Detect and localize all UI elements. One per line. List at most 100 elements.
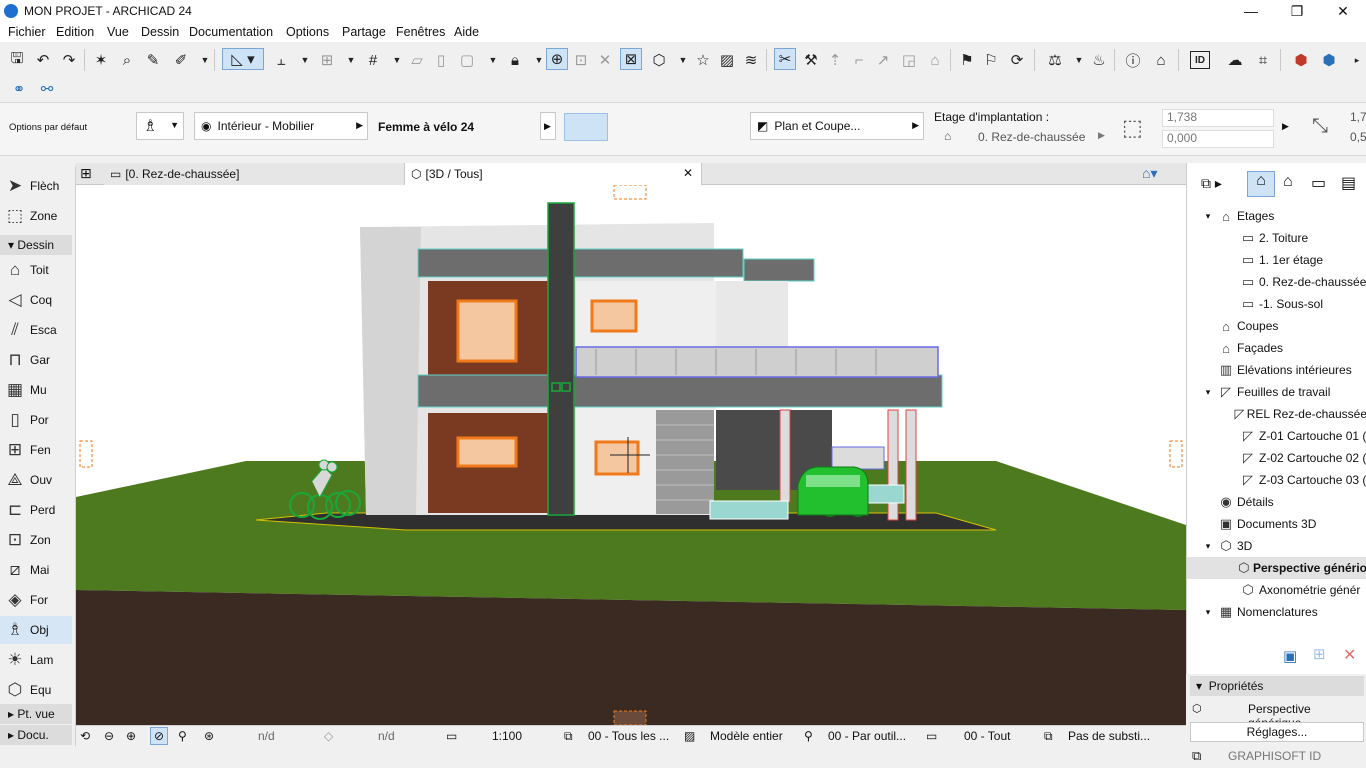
renovation-icon[interactable]: ⚖ — [1044, 49, 1066, 71]
dimension-arrow[interactable]: ▶ — [1282, 121, 1289, 132]
beam-tool[interactable]: ⊏ Perd — [0, 496, 72, 524]
trace-ref-icon[interactable]: ▯ — [430, 49, 452, 71]
properties-header[interactable]: ▾ Propriétés — [1190, 676, 1364, 696]
view-3d-icon[interactable]: ⬡ — [648, 49, 670, 71]
snap-dropdown-icon[interactable]: ▼ — [340, 49, 362, 71]
lock-icon[interactable]: 🔒︎ — [504, 49, 526, 71]
docu-group-header[interactable]: ▸ Docu. — [0, 725, 72, 745]
adjust-icon[interactable]: ⚒ — [800, 49, 822, 71]
edit-selection-icon[interactable]: ⊠ — [620, 48, 642, 70]
hotspot-icon[interactable]: ✕ — [594, 49, 616, 71]
viewpoint-group-header[interactable]: ▸ Pt. vue — [0, 704, 72, 724]
tree-item[interactable]: ▭ 0. Rez-de-chaussée — [1187, 271, 1366, 293]
tree-item[interactable]: ◸ Z-01 Cartouche 01 ( — [1187, 425, 1366, 447]
model-view-value[interactable]: Modèle entier — [710, 729, 783, 743]
suspend-groups-icon[interactable]: ⊕ — [546, 48, 568, 70]
clone-view-icon[interactable]: ⊞ — [1313, 645, 1326, 663]
layer-combo-value[interactable]: 00 - Tous les ... — [588, 729, 669, 743]
snap-icon[interactable]: ⊞ — [316, 49, 338, 71]
close-tab-button[interactable]: ✕ — [683, 166, 693, 180]
model-view-icon[interactable]: ▨ — [684, 729, 695, 743]
right-value-2[interactable]: 0,5 — [1350, 130, 1366, 144]
link-icon[interactable]: ⚭ — [8, 78, 30, 100]
right-value-1[interactable]: 1,7 — [1350, 110, 1366, 124]
save-icon[interactable]: 🖫 — [6, 49, 28, 71]
guide-lines-icon[interactable]: ⫠ — [270, 49, 292, 71]
sync-icon[interactable]: ⟳ — [1006, 49, 1028, 71]
layer-combo-icon[interactable]: ⧉ — [564, 729, 573, 744]
eyedropper-icon[interactable]: ✎ — [142, 49, 164, 71]
tree-toggle-icon[interactable]: ▾ — [1201, 541, 1215, 552]
flag-icon[interactable]: ⚑ — [956, 49, 978, 71]
view-dropdown-icon[interactable]: ▼ — [672, 49, 694, 71]
magic-wand-icon[interactable]: ✶ — [90, 49, 112, 71]
window-tool[interactable]: ⊞ Fen — [0, 436, 72, 464]
new-view-icon[interactable]: ▣ — [1283, 647, 1297, 665]
minimize-button[interactable]: — — [1228, 0, 1274, 22]
tree-item[interactable]: ◸ Z-02 Cartouche 02 ( — [1187, 447, 1366, 469]
trace-dropdown-icon[interactable]: ▢ — [456, 49, 478, 71]
menu-fenetres[interactable]: Fenêtres — [396, 25, 445, 39]
tea-icon[interactable]: ♨ — [1088, 49, 1110, 71]
menu-partage[interactable]: Partage — [342, 25, 386, 39]
pen-set-icon[interactable]: ⚲ — [804, 729, 813, 743]
home-story-arrow[interactable]: ▶ — [1098, 130, 1105, 141]
arrow-tool[interactable]: ➤ Flèch — [0, 172, 72, 200]
gravity-icon[interactable]: ◺ ▾ — [222, 48, 264, 70]
tree-item[interactable]: ▾ ▦ Nomenclatures — [1187, 601, 1366, 623]
3d-viewport[interactable] — [76, 185, 1186, 725]
trim-icon[interactable]: ✂ — [774, 48, 796, 70]
menu-documentation[interactable]: Documentation — [189, 25, 273, 39]
offset-field[interactable]: 0,000 — [1162, 130, 1274, 148]
renovation-dropdown-icon[interactable]: ▼ — [1068, 49, 1090, 71]
tree-item[interactable]: ▭ 1. 1er étage — [1187, 249, 1366, 271]
trace-arrow-icon[interactable]: ▼ — [482, 49, 504, 71]
zoom-out-icon[interactable]: ⊖ — [104, 729, 114, 743]
tree-toggle-icon[interactable]: ▾ — [1201, 211, 1215, 222]
close-window-button[interactable]: ✕ — [1320, 0, 1366, 22]
zoom-in-icon[interactable]: ⊕ — [126, 729, 136, 743]
lamp-tool[interactable]: ☀ Lam — [0, 646, 72, 674]
pen-set-value[interactable]: 00 - Par outil... — [828, 729, 906, 743]
window-tile-icon[interactable]: ⧉ — [1192, 748, 1201, 764]
renovation-filter-value[interactable]: 00 - Tout — [964, 729, 1010, 743]
overflow-icon[interactable]: ▸ — [1346, 49, 1366, 71]
syringe-icon[interactable]: ✐ — [170, 49, 192, 71]
design-group-header[interactable]: ▾ Dessin — [0, 235, 72, 255]
roof-tool[interactable]: ⌂ Toit — [0, 256, 72, 284]
walk-icon[interactable]: ⚲ — [178, 729, 187, 743]
nd-field-1[interactable]: n/d — [258, 729, 275, 743]
door-tool[interactable]: ▯ Por — [0, 406, 72, 434]
settings-button[interactable]: Réglages... — [1190, 722, 1364, 742]
railing-tool[interactable]: ⊓ Gar — [0, 346, 72, 374]
floorplan-section-button[interactable]: ◩ Plan et Coupe... ▶ — [750, 112, 924, 140]
tree-toggle-icon[interactable]: ▾ — [1201, 387, 1215, 398]
dropdown-arrow-icon[interactable]: ▼ — [194, 49, 216, 71]
tree-item[interactable]: ◉ Détails — [1187, 491, 1366, 513]
object-tool[interactable]: ♗ Obj — [0, 616, 72, 644]
marquee-tool[interactable]: ⬚ Zone — [0, 202, 72, 230]
object-settings-button[interactable]: ♗ ▼ — [136, 112, 184, 140]
tree-item[interactable]: ◸ Z-03 Cartouche 03 ( — [1187, 469, 1366, 491]
rotate-view-icon[interactable]: ⟲ — [80, 729, 90, 743]
zone-tool[interactable]: ⊡ Zon — [0, 526, 72, 554]
layer-trace-icon[interactable]: ▱ — [406, 49, 428, 71]
project-map-icon[interactable]: ⌂ — [1247, 171, 1275, 197]
home-story-value[interactable]: 0. Rez-de-chaussée — [978, 130, 1085, 144]
preview-swatch[interactable] — [564, 113, 608, 141]
equipment-tool[interactable]: ⬡ Equ — [0, 676, 72, 704]
tree-item[interactable]: ▭ 2. Toiture — [1187, 227, 1366, 249]
curve-icon[interactable]: ↗ — [872, 49, 894, 71]
hotlink-icon[interactable]: ⚯ — [36, 78, 58, 100]
opening-tool[interactable]: ⟁ Ouv — [0, 466, 72, 494]
tab-floorplan[interactable]: ▭ [0. Rez-de-chaussée] — [104, 163, 404, 185]
menu-dessin[interactable]: Dessin — [141, 25, 179, 39]
tree-item[interactable]: ⌂ Façades — [1187, 337, 1366, 359]
tree-item[interactable]: ▾ ⬡ 3D — [1187, 535, 1366, 557]
object-name-arrow[interactable]: ▶ — [540, 112, 556, 140]
orbit-icon[interactable]: ⊘ — [150, 727, 169, 745]
tree-item[interactable]: ⬡ Perspective génério — [1187, 557, 1366, 579]
fillet-icon[interactable]: ⌐ — [848, 49, 870, 71]
grid-snap-icon[interactable]: # — [362, 49, 384, 71]
menu-vue[interactable]: Vue — [107, 25, 129, 39]
